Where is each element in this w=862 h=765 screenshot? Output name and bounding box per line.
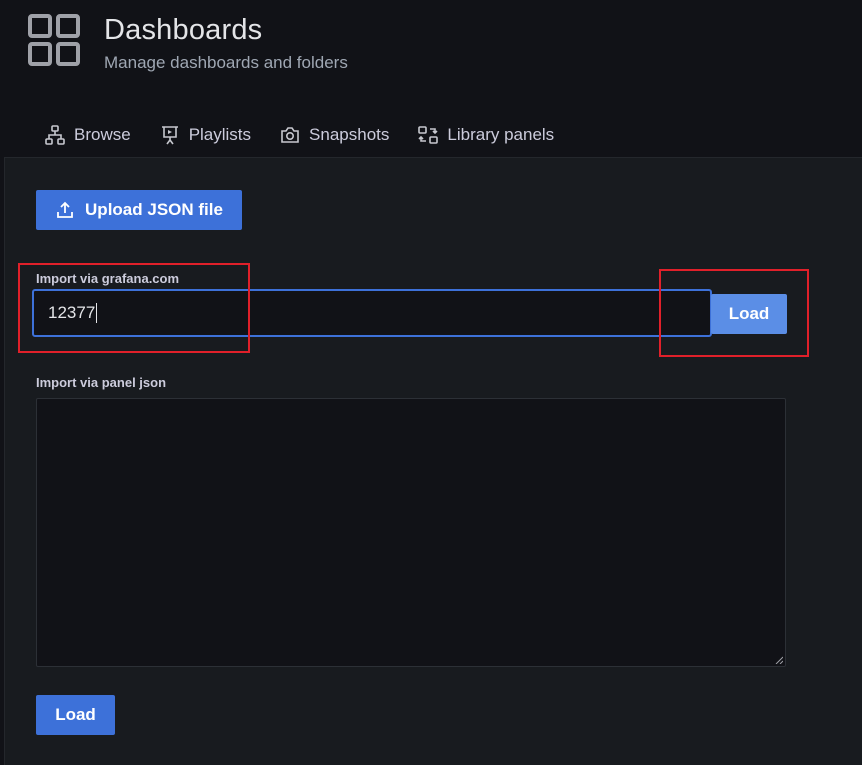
tab-library-panels[interactable]: Library panels	[403, 118, 568, 152]
upload-icon	[57, 201, 73, 218]
tab-browse[interactable]: Browse	[30, 118, 145, 152]
apps-grid-icon	[28, 14, 80, 66]
page: Dashboards Manage dashboards and folders…	[0, 0, 862, 765]
library-panel-icon	[418, 126, 439, 144]
annotation-highlight-load	[659, 269, 809, 357]
tab-snapshots[interactable]: Snapshots	[265, 118, 403, 152]
load-button[interactable]: Load	[36, 695, 115, 735]
resize-grip-icon[interactable]	[775, 656, 783, 664]
tab-label: Playlists	[188, 125, 252, 144]
sitemap-icon	[45, 125, 65, 145]
page-header: Dashboards Manage dashboards and folders…	[0, 0, 862, 158]
camera-icon	[281, 127, 299, 143]
panel-json-textarea[interactable]	[36, 398, 786, 667]
tab-bar: Browse Playlists Snapshots Library panel…	[30, 118, 568, 154]
page-subtitle: Manage dashboards and folders	[104, 53, 348, 72]
page-title: Dashboards	[104, 14, 263, 46]
tab-label: Library panels	[447, 125, 555, 144]
tab-label: Snapshots	[309, 125, 390, 144]
tab-playlists[interactable]: Playlists	[145, 118, 265, 152]
upload-json-label: Upload JSON file	[85, 200, 223, 219]
upload-json-button[interactable]: Upload JSON file	[36, 190, 242, 230]
tab-label: Browse	[74, 125, 131, 144]
annotation-highlight-gcom	[18, 263, 250, 353]
panel-json-label: Import via panel json	[36, 375, 167, 390]
presentation-icon	[161, 126, 178, 145]
import-panel: Upload JSON file Import via grafana.com …	[4, 157, 862, 765]
